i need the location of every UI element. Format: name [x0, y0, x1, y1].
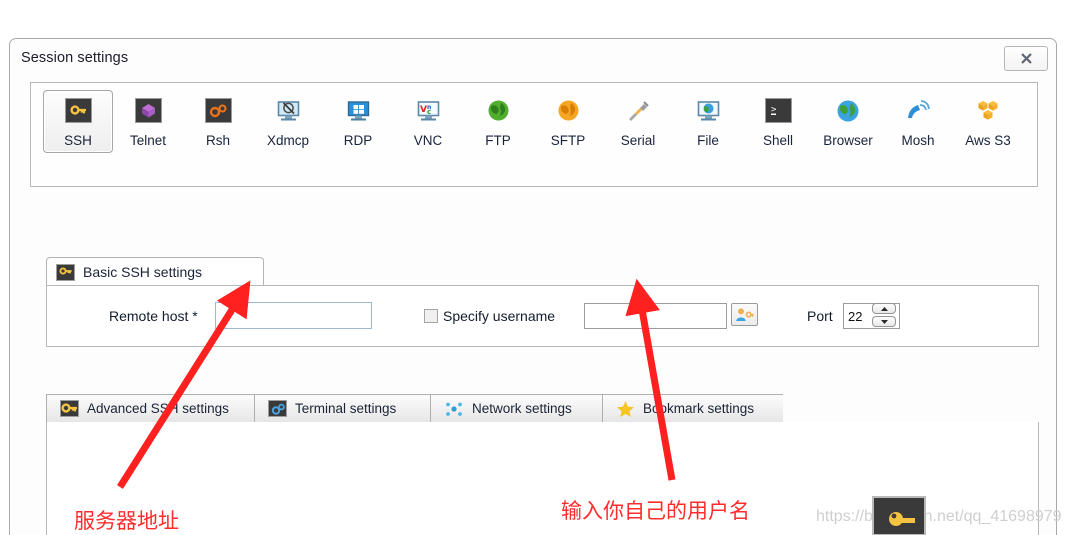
key-icon [56, 263, 75, 281]
protocol-button-label: SFTP [550, 133, 586, 148]
remote-host-input[interactable] [215, 302, 372, 329]
key-glyph [58, 267, 72, 275]
specify-username-label: Specify username [443, 308, 556, 324]
monitor-x-icon [273, 98, 304, 127]
tab-terminal-settings[interactable]: Terminal settings [254, 394, 430, 423]
username-input[interactable] [584, 303, 727, 329]
protocol-button-rdp[interactable]: RDP [323, 90, 393, 153]
svg-text:V: V [420, 105, 427, 115]
annotation-server-address: 服务器地址 [74, 509, 179, 533]
protocol-button-label: SSH [64, 133, 92, 148]
remote-host-label: Remote host * [109, 308, 198, 324]
protocol-button-telnet[interactable]: Telnet [113, 90, 183, 153]
chevron-down-icon [880, 319, 888, 324]
protocol-button-label: RDP [343, 133, 373, 148]
protocol-button-ftp[interactable]: FTP [463, 90, 533, 153]
chevron-up-icon [880, 306, 888, 311]
port-spinner-down[interactable] [872, 316, 896, 327]
port-spinner[interactable] [872, 303, 896, 327]
key-icon [63, 98, 94, 127]
vnc-monitor-icon: Vnc [413, 98, 444, 127]
key-icon [60, 400, 79, 417]
tab-basic-ssh-settings[interactable]: Basic SSH settings [46, 257, 264, 286]
tab-label: Terminal settings [295, 401, 397, 416]
basic-ssh-settings-panel: Remote host * Specify username Port [46, 285, 1039, 347]
tab-advanced-ssh-settings[interactable]: Advanced SSH settings [46, 394, 254, 423]
network-dots-icon [444, 400, 464, 418]
port-label: Port [807, 308, 833, 324]
protocol-button-label: Mosh [901, 133, 935, 148]
star-icon [616, 400, 635, 418]
protocol-button-label: Shell [762, 133, 794, 148]
dialog-title: Session settings [21, 50, 129, 66]
terminal-icon: > [763, 98, 794, 127]
protocol-toolbar-panel: SSH Telnet Rsh Xdmcp RDP Vn c VNC FTP SFTP Serial F… [30, 82, 1038, 187]
tabstrip-filler [783, 394, 1039, 423]
protocol-button-aws-s3[interactable]: Aws S3 [953, 90, 1023, 153]
protocol-button-label: Browser [823, 133, 873, 148]
protocol-button-label: File [697, 133, 719, 148]
protocol-button-ssh[interactable]: SSH [43, 90, 113, 153]
key-glyph [889, 512, 915, 526]
protocol-button-label: Telnet [129, 133, 167, 148]
protocol-button-serial[interactable]: Serial [603, 90, 673, 153]
tab-label: Network settings [472, 401, 572, 416]
tab-bookmark-settings[interactable]: Bookmark settings [602, 394, 783, 423]
protocol-button-label: VNC [413, 133, 443, 148]
protocol-button-rsh[interactable]: Rsh [183, 90, 253, 153]
port-spinner-up[interactable] [872, 303, 896, 314]
protocol-button-label: Xdmcp [266, 133, 310, 148]
gears-blue-icon [268, 400, 287, 417]
key-icon-watermark-overlay [872, 496, 926, 535]
file-monitor-icon [693, 98, 724, 127]
settings-tabstrip: Advanced SSH settings Terminal settings Ne… [46, 394, 1039, 423]
protocol-button-label: Serial [620, 133, 656, 148]
gears-icon [203, 98, 234, 127]
plug-icon [623, 98, 654, 127]
windows-monitor-icon [343, 98, 374, 127]
protocol-button-vnc[interactable]: Vn c VNC [393, 90, 463, 153]
protocol-button-label: Aws S3 [965, 133, 1011, 148]
cube-icon [133, 98, 164, 127]
close-glyph [1020, 53, 1032, 64]
protocol-button-shell[interactable]: > Shell [743, 90, 813, 153]
globe-green-icon [483, 98, 514, 127]
protocol-button-label: Rsh [205, 133, 230, 148]
protocol-button-mosh[interactable]: Mosh [883, 90, 953, 153]
close-icon[interactable] [1004, 46, 1048, 71]
globe-orange-icon [553, 98, 584, 127]
protocol-toolbar: SSH Telnet Rsh Xdmcp RDP Vn c VNC FTP SFTP Serial F… [43, 90, 1023, 153]
protocol-button-file[interactable]: File [673, 90, 743, 153]
svg-text:c: c [427, 108, 431, 116]
screen: Session settings SSH Telnet Rsh Xdmcp RDP Vn c… [0, 0, 1070, 535]
protocol-button-browser[interactable]: Browser [813, 90, 883, 153]
satellite-icon [903, 98, 934, 127]
watermark-text: https://blog.csdn.net/qq_41698979 [816, 508, 1062, 525]
tab-label: Advanced SSH settings [87, 401, 229, 416]
tab-basic-ssh-settings-label: Basic SSH settings [83, 264, 203, 280]
aws-cubes-icon [973, 98, 1004, 127]
tab-network-settings[interactable]: Network settings [430, 394, 602, 423]
user-key-glyph [736, 307, 754, 321]
protocol-button-xdmcp[interactable]: Xdmcp [253, 90, 323, 153]
user-key-icon[interactable] [731, 303, 758, 326]
annotation-enter-username: 输入你自己的用户名 [561, 499, 750, 523]
tab-label: Bookmark settings [643, 401, 755, 416]
title-bar: Session settings [10, 39, 1056, 79]
protocol-button-label: FTP [485, 133, 511, 148]
globe-blue-icon [833, 98, 864, 127]
protocol-button-sftp[interactable]: SFTP [533, 90, 603, 153]
session-settings-dialog: Session settings SSH Telnet Rsh Xdmcp RDP Vn c… [9, 38, 1057, 535]
specify-username-checkbox[interactable] [424, 309, 438, 323]
